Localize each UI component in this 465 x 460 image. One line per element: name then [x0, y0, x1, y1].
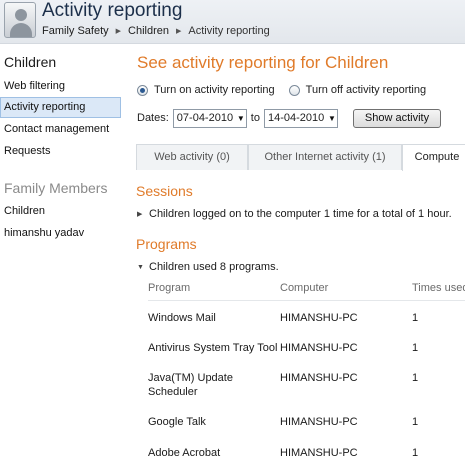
breadcrumb-current: Activity reporting — [188, 25, 270, 37]
sidebar: Children Web filtering Activity reportin… — [0, 44, 124, 460]
table-cell-computer: HIMANSHU-PC — [280, 372, 358, 384]
tab-other-internet-activity[interactable]: Other Internet activity (1) — [248, 144, 402, 170]
sidebar-item-contact-management[interactable]: Contact management — [0, 119, 121, 140]
table-cell-computer: HIMANSHU-PC — [280, 416, 358, 428]
table-divider — [148, 300, 465, 301]
column-header-program: Program — [148, 282, 191, 294]
table-cell-times: 1 — [412, 372, 419, 384]
date-to-value: 14-04-2010 — [267, 112, 325, 124]
main-content: See activity reporting for Children Turn… — [124, 44, 465, 460]
date-to-select[interactable]: 14-04-2010 ▼ — [263, 108, 338, 128]
dropdown-arrow-icon: ▼ — [236, 113, 245, 123]
header: Activity reporting Family Safety ▶ Child… — [0, 0, 465, 44]
table-cell-times: 1 — [412, 447, 419, 459]
breadcrumb-arrow-icon: ▶ — [115, 28, 122, 35]
date-from-value: 07-04-2010 — [176, 112, 234, 124]
breadcrumb-children[interactable]: Children — [128, 25, 169, 37]
table-cell-program: Windows Mail — [148, 312, 216, 324]
family-members-heading: Family Members — [4, 180, 108, 196]
tab-web-activity[interactable]: Web activity (0) — [136, 144, 248, 170]
sidebar-heading: Children — [4, 54, 57, 70]
table-cell-times: 1 — [412, 312, 419, 324]
member-item-himanshu-yadav[interactable]: himanshu yadav — [0, 223, 121, 244]
collapse-arrow-icon[interactable]: ▼ — [137, 264, 145, 271]
radio-turn-on[interactable] — [137, 84, 148, 96]
breadcrumb-family-safety[interactable]: Family Safety — [42, 25, 109, 37]
table-cell-times: 1 — [412, 416, 419, 428]
radio-turn-off[interactable] — [288, 84, 300, 96]
dates-label: Dates: — [137, 112, 169, 124]
show-activity-button[interactable]: Show activity — [352, 108, 441, 128]
sidebar-item-web-filtering[interactable]: Web filtering — [0, 76, 121, 97]
sessions-summary: ▶ Children logged on to the computer 1 t… — [137, 207, 452, 221]
sidebar-item-activity-reporting[interactable]: Activity reporting — [0, 97, 121, 118]
column-header-times-used: Times used — [412, 282, 465, 294]
table-cell-program-line2: Scheduler — [148, 386, 198, 398]
activity-tabs: Web activity (0) Other Internet activity… — [136, 144, 465, 171]
tab-computer-usage[interactable]: Compute — [402, 144, 465, 171]
column-header-computer: Computer — [280, 282, 329, 294]
member-item-children[interactable]: Children — [0, 201, 121, 222]
sessions-heading: Sessions — [136, 183, 193, 199]
table-cell-program: Antivirus System Tray Tool — [148, 342, 278, 354]
radio-turn-on-label[interactable]: Turn on activity reporting — [154, 84, 275, 96]
table-cell-computer: HIMANSHU-PC — [280, 342, 358, 354]
dropdown-arrow-icon: ▼ — [328, 113, 336, 123]
reporting-toggle-group: Turn on activity reporting Turn off acti… — [137, 83, 440, 97]
table-cell-program: Java(TM) Update — [148, 372, 233, 384]
table-cell-computer: HIMANSHU-PC — [280, 312, 358, 324]
table-cell-computer: HIMANSHU-PC — [280, 447, 358, 459]
breadcrumb-arrow-icon: ▶ — [176, 28, 182, 35]
programs-summary: ▼ Children used 8 programs. — [137, 260, 279, 274]
table-cell-program: Google Talk — [148, 416, 206, 428]
date-from-select[interactable]: 07-04-2010 ▼ — [172, 108, 247, 128]
page-title: Activity reporting — [42, 0, 183, 21]
radio-turn-off-label[interactable]: Turn off activity reporting — [306, 84, 426, 96]
programs-summary-text: Children used 8 programs. — [149, 261, 279, 273]
sidebar-item-requests[interactable]: Requests — [0, 141, 121, 162]
expand-arrow-icon[interactable]: ▶ — [137, 210, 145, 218]
programs-heading: Programs — [136, 236, 197, 252]
sessions-summary-text: Children logged on to the computer 1 tim… — [149, 208, 452, 220]
dates-row: Dates: 07-04-2010 ▼ to 14-04-2010 ▼ Show… — [137, 108, 441, 128]
table-cell-times: 1 — [412, 342, 419, 354]
dates-to-label: to — [250, 112, 260, 124]
section-heading: See activity reporting for Children — [137, 53, 389, 72]
breadcrumb: Family Safety ▶ Children ▶ Activity repo… — [42, 24, 270, 38]
table-cell-program: Adobe Acrobat — [148, 447, 221, 459]
user-avatar-icon — [4, 2, 36, 38]
